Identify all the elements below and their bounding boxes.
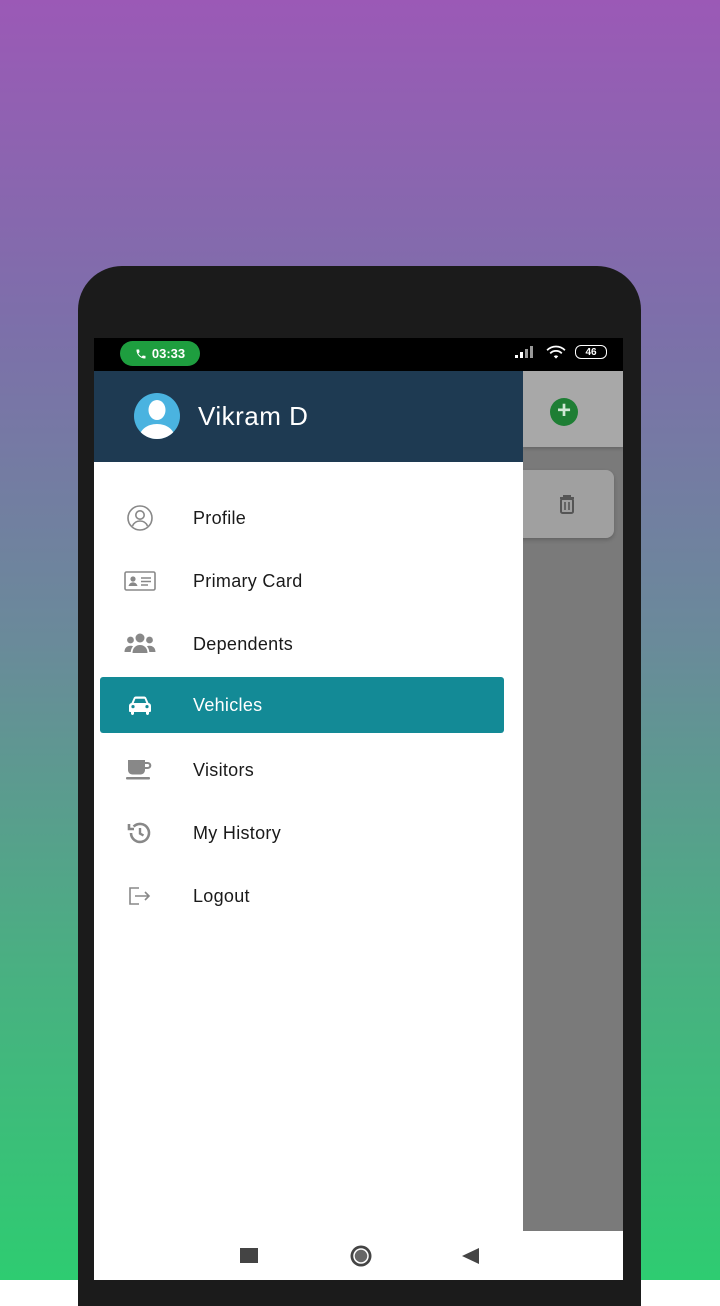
menu-item-label: Profile [193, 507, 247, 528]
signal-icon [515, 346, 533, 358]
navigation-drawer: Vikram D Profile Primary Card Dependents [94, 371, 523, 1231]
logout-icon [124, 880, 156, 912]
menu-item-my-history[interactable]: My History [100, 805, 504, 861]
battery-icon: 46 [575, 345, 607, 359]
system-nav-bar [94, 1231, 623, 1280]
trash-icon[interactable] [557, 493, 577, 515]
menu-item-label: Visitors [193, 759, 255, 780]
home-icon[interactable] [348, 1245, 374, 1267]
menu-item-label: Dependents [193, 633, 294, 654]
users-icon [124, 628, 156, 660]
drawer-header: Vikram D [94, 371, 523, 462]
phone-screen: 03:33 46 + Vikram D Profile Primary Card… [94, 338, 623, 1280]
phone-icon [136, 349, 146, 358]
status-bar: 03:33 46 [94, 338, 623, 371]
menu-item-label: My History [193, 822, 281, 843]
menu-item-primary-card[interactable]: Primary Card [100, 553, 504, 609]
id-card-icon [124, 565, 156, 597]
user-name: Vikram D [198, 401, 309, 431]
history-icon [124, 817, 156, 849]
avatar-icon[interactable] [129, 393, 185, 439]
menu-item-label: Vehicles [193, 694, 263, 715]
menu-item-dependents[interactable]: Dependents [100, 616, 504, 672]
recent-apps-icon[interactable] [240, 1248, 258, 1264]
add-icon[interactable]: + [550, 398, 578, 426]
menu-item-visitors[interactable]: Visitors [100, 742, 504, 798]
menu-item-label: Logout [193, 885, 250, 906]
call-time: 03:33 [151, 346, 186, 361]
user-circle-icon [124, 502, 156, 534]
menu-item-label: Primary Card [193, 570, 303, 591]
wifi-icon [546, 345, 566, 359]
battery-level: 46 [585, 346, 597, 358]
menu-item-vehicles[interactable]: Vehicles [100, 677, 504, 733]
back-icon[interactable] [462, 1248, 480, 1264]
menu-item-profile[interactable]: Profile [100, 490, 504, 546]
ongoing-call-pill[interactable]: 03:33 [120, 341, 200, 366]
car-icon [124, 689, 156, 721]
menu-item-logout[interactable]: Logout [100, 868, 504, 924]
coffee-cup-icon [124, 754, 156, 786]
